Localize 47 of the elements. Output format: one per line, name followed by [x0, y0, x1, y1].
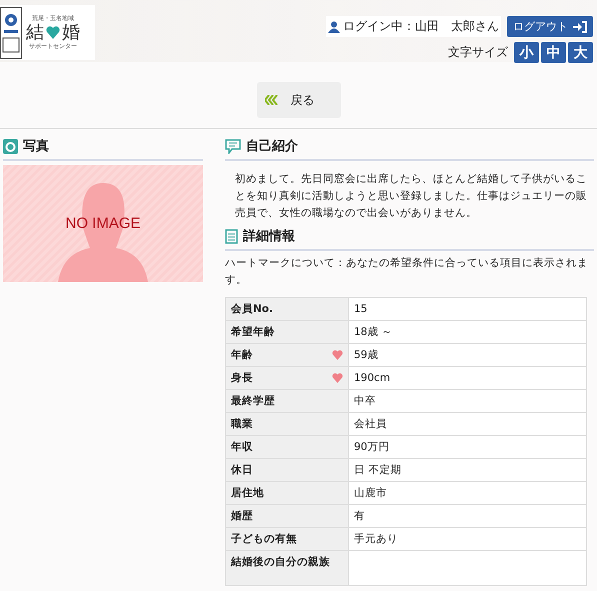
field-value: 手元あり	[354, 532, 398, 545]
field-value: 18歳 ～	[354, 326, 393, 338]
person-silhouette-icon	[58, 183, 148, 282]
field-label: 希望年齢	[231, 324, 275, 339]
field-value: 日 不定期	[354, 464, 402, 476]
field-value: 90万円	[354, 440, 390, 453]
back-button[interactable]: 戻る	[256, 82, 340, 118]
font-size-label: 文字サイズ	[448, 44, 508, 61]
self-introduction-text: 初めまして。先日同窓会に出席したら、ほとんど結婚して子供がいることを知り真剣に活動しようと思い登録しました。仕事はジュエリーの販売員で、女性の職場なので出会いがありません。	[234, 172, 588, 221]
section-heading: 詳細情報	[243, 228, 295, 246]
speech-bubble-icon	[225, 138, 241, 154]
field-value: 15	[354, 302, 368, 315]
logo-text: 婚	[62, 22, 80, 42]
font-size-button[interactable]: 大	[568, 42, 593, 63]
heart-icon	[46, 26, 60, 39]
section-heading: 写真	[23, 138, 49, 155]
field-label: 年収	[231, 440, 253, 454]
field-label: 休日	[231, 462, 253, 477]
user-icon	[328, 20, 340, 32]
section-heading: 自己紹介	[246, 138, 298, 155]
font-size-button[interactable]: 中	[541, 42, 566, 63]
camera-icon	[3, 138, 18, 154]
field-label: 居住地	[231, 486, 264, 500]
field-label: 年齢	[231, 348, 253, 362]
font-size-button[interactable]: 小	[514, 42, 539, 63]
bank-logo-icon	[0, 6, 22, 58]
field-label: 職業	[231, 416, 253, 431]
field-value: 会社員	[354, 418, 387, 430]
field-label: 会員No.	[231, 302, 273, 316]
field-label: 子どもの有無	[231, 532, 297, 546]
logo-text: 結	[26, 22, 44, 42]
field-value: 59歳	[354, 348, 378, 361]
field-label: 婚歴	[231, 508, 253, 523]
field-label: 結婚後の自分の親族	[231, 554, 330, 569]
field-label: 身長	[231, 370, 253, 385]
field-value: 中卒	[354, 394, 376, 407]
logout-icon	[573, 20, 587, 32]
field-label: 最終学歴	[231, 394, 275, 408]
no-image-text: NO IMAGE	[65, 215, 140, 232]
field-value: 有	[354, 510, 365, 522]
document-icon	[225, 228, 238, 244]
logout-button[interactable]: ログアウト	[507, 16, 593, 37]
chevrons-left-icon	[264, 95, 278, 105]
field-value: 山鹿市	[354, 486, 387, 499]
field-value: 190cm	[354, 372, 390, 384]
login-status: ログイン中：山田 太郎さん	[343, 18, 499, 35]
heart-mark-note: ハートマークについて：あなたの希望条件に合っている項目に表示されます。	[225, 256, 589, 288]
